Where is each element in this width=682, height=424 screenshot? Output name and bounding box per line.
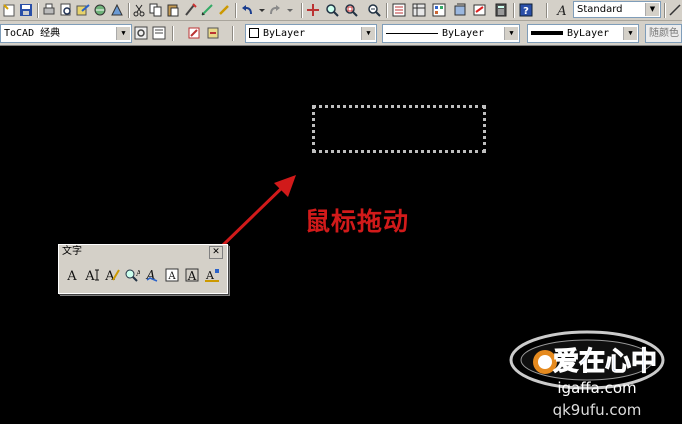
workspace-layer-toolbar: ToCAD 经典 ▼ ByLayer ▼ ByLayer ▼ ByLayer ▼… — [0, 21, 682, 46]
watermark-line3: qk9ufu.com — [553, 401, 642, 419]
pan-icon[interactable] — [306, 3, 320, 17]
lineweight-control-combo[interactable]: ByLayer ▼ — [527, 24, 639, 43]
chevron-down-icon[interactable]: ▼ — [623, 27, 637, 40]
make-layer-current-icon[interactable] — [187, 26, 201, 40]
toolbar-separator — [235, 3, 236, 18]
sheet-set-icon[interactable] — [453, 3, 467, 17]
zoom-realtime-icon[interactable] — [325, 3, 339, 17]
toolbar-separator — [301, 3, 302, 18]
workspace-settings-icon[interactable] — [134, 26, 148, 40]
3d-publish-icon[interactable] — [93, 3, 107, 17]
toolbar-separator — [232, 26, 233, 41]
color-control-combo[interactable]: ByLayer ▼ — [245, 24, 377, 43]
redo-icon[interactable] — [268, 3, 282, 17]
drag-annotation: 鼠标拖动 — [305, 207, 410, 236]
undo-icon[interactable] — [240, 3, 254, 17]
workspace-value: ToCAD 经典 — [4, 28, 61, 39]
multiline-text-icon[interactable]: A — [63, 265, 81, 285]
spell-check-icon[interactable]: A — [143, 265, 161, 285]
toolbar-separator — [546, 3, 547, 18]
properties-icon[interactable] — [392, 3, 406, 17]
layer-color-value: ByLayer — [263, 28, 306, 39]
close-icon[interactable]: ✕ — [209, 246, 223, 259]
standard-toolbar: ? A Standard ▼ — [0, 0, 682, 21]
text-toolbar-titlebar[interactable]: 文字 ✕ — [59, 245, 227, 259]
lineweight-value: ByLayer — [567, 28, 610, 39]
justify-text-icon[interactable]: A — [203, 265, 221, 285]
undo-dropdown-icon[interactable] — [255, 3, 269, 17]
svg-text:A: A — [66, 269, 77, 282]
text-floating-toolbar[interactable]: 文字 ✕ A A A A A A A A — [58, 244, 228, 294]
linetype-value: ByLayer — [442, 28, 485, 39]
svg-text:A: A — [556, 4, 566, 17]
linetype-preview — [386, 32, 438, 34]
svg-text:A: A — [187, 269, 197, 282]
redo-dropdown-icon[interactable] — [283, 3, 297, 17]
toolbar-separator — [513, 3, 514, 18]
scale-text-icon[interactable]: A — [183, 265, 201, 285]
zoom-window-icon[interactable] — [344, 3, 358, 17]
text-toolbar-buttons: A A A A A A A A — [63, 265, 221, 285]
block-editor-icon[interactable] — [200, 3, 214, 17]
find-replace-icon[interactable]: A — [123, 265, 141, 285]
plot-icon[interactable] — [42, 3, 56, 17]
drag-target-rectangle — [312, 105, 486, 153]
text-style-icon[interactable]: A — [163, 265, 181, 285]
help-icon[interactable]: ? — [519, 3, 533, 17]
toolbar-separator — [664, 3, 665, 18]
svg-text:A: A — [135, 269, 140, 278]
workspace-combo[interactable]: ToCAD 经典 ▼ — [0, 24, 132, 43]
chevron-down-icon[interactable]: ▼ — [645, 3, 659, 16]
plot-preview-icon[interactable] — [59, 3, 73, 17]
zoom-previous-icon[interactable] — [367, 3, 381, 17]
toolbar-separator — [386, 3, 387, 18]
edit-text-icon[interactable]: A — [103, 265, 121, 285]
site-watermark: 爱在心中 igaffa.com qk9ufu.com — [505, 330, 675, 420]
single-line-text-icon[interactable]: A — [83, 265, 101, 285]
layer-previous-icon[interactable] — [206, 26, 220, 40]
svg-text:A: A — [84, 269, 95, 282]
plotstyle-control-combo: 随颜色 — [645, 24, 682, 43]
toolbar-separator — [37, 3, 38, 18]
dimension-style-icon[interactable] — [668, 3, 682, 17]
tool-palettes-icon[interactable] — [432, 3, 446, 17]
pencil-icon[interactable] — [217, 3, 231, 17]
text-style-combo[interactable]: Standard ▼ — [573, 1, 661, 18]
paste-icon[interactable] — [166, 3, 180, 17]
text-style-value: Standard — [577, 4, 623, 15]
etransmit-icon[interactable] — [110, 3, 124, 17]
chevron-down-icon[interactable]: ▼ — [361, 27, 375, 40]
save-icon[interactable] — [19, 3, 33, 17]
watermark-line1: 爱在心中 — [553, 347, 657, 377]
cut-icon[interactable] — [132, 3, 146, 17]
linetype-control-combo[interactable]: ByLayer ▼ — [382, 24, 520, 43]
svg-text:?: ? — [523, 6, 529, 17]
lineweight-preview — [531, 31, 563, 35]
toolbar-separator — [128, 3, 129, 18]
match-properties-icon[interactable] — [183, 3, 197, 17]
copy-icon[interactable] — [149, 3, 163, 17]
text-toolbar-title: 文字 — [62, 246, 82, 257]
plotstyle-value: 随颜色 — [649, 28, 679, 39]
toolbar-separator — [172, 26, 173, 41]
svg-text:A: A — [167, 271, 176, 282]
qnew-icon[interactable] — [2, 3, 16, 17]
chevron-down-icon[interactable]: ▼ — [504, 27, 518, 40]
text-style-icon[interactable]: A — [555, 3, 569, 17]
publish-icon[interactable] — [76, 3, 90, 17]
chevron-down-icon[interactable]: ▼ — [116, 27, 130, 40]
watermark-line2: igaffa.com — [557, 379, 636, 397]
watermark-logo-icon: 爱在心中 igaffa.com qk9ufu.com — [509, 330, 665, 419]
markup-icon[interactable] — [473, 3, 487, 17]
workspace-save-icon[interactable] — [152, 26, 166, 40]
quickcalc-icon[interactable] — [494, 3, 508, 17]
color-swatch — [249, 28, 259, 38]
design-center-icon[interactable] — [412, 3, 426, 17]
